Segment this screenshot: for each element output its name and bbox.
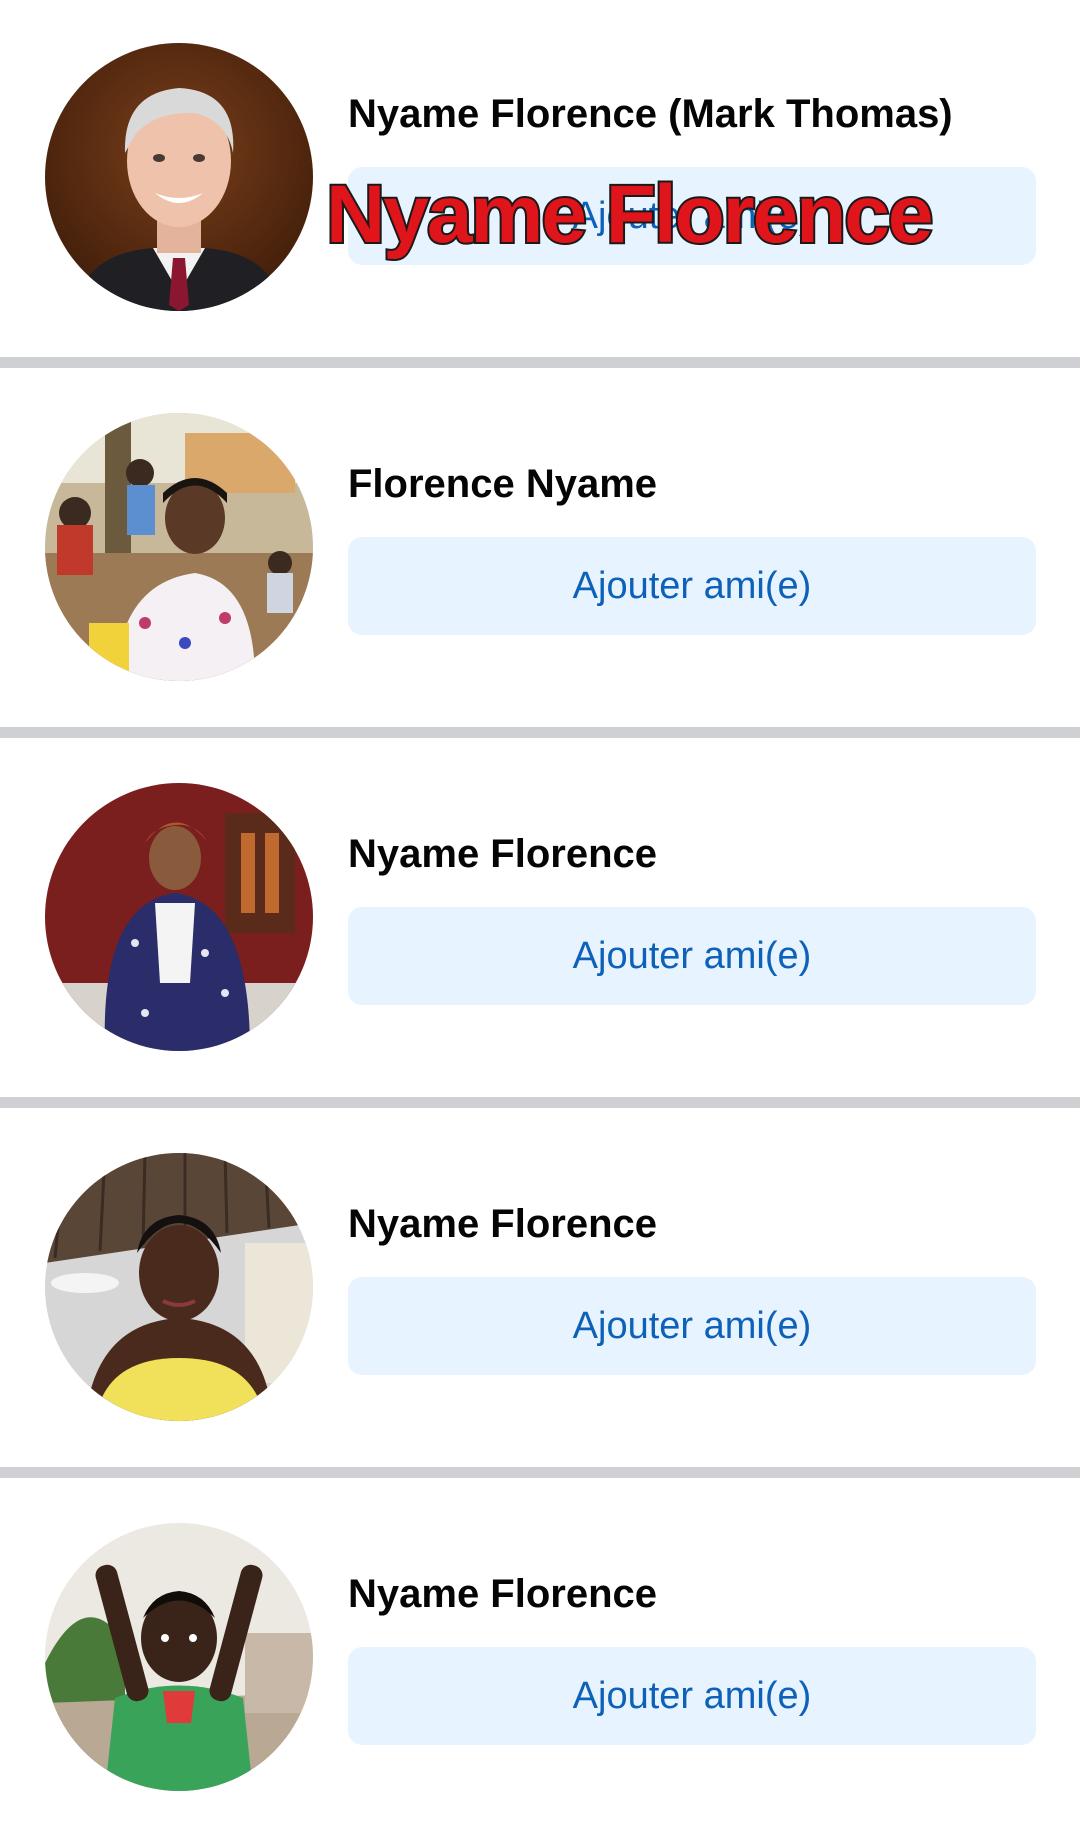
woman-outdoor-crowd-avatar-icon <box>45 413 313 681</box>
child-green-shirt-avatar-icon <box>45 1523 313 1791</box>
add-friend-button[interactable]: Ajouter ami(e) <box>348 907 1036 1005</box>
divider <box>0 727 1080 738</box>
profile-avatar[interactable] <box>45 413 313 681</box>
friend-search-results-list: Nyame Florence (Mark Thomas) Ajouter ami… <box>0 0 1080 1827</box>
woman-blue-wrap-avatar-icon <box>45 783 313 1051</box>
profile-avatar[interactable] <box>45 1153 313 1421</box>
result-item[interactable]: Nyame Florence Ajouter ami(e) <box>0 740 1080 1100</box>
overlay-caption: Nyame Florence <box>324 167 935 262</box>
result-item[interactable]: Nyame Florence Ajouter ami(e) <box>0 1480 1080 1827</box>
profile-name[interactable]: Florence Nyame <box>348 462 657 507</box>
profile-avatar[interactable] <box>45 43 313 311</box>
man-gray-hair-suit-avatar-icon <box>45 43 313 311</box>
profile-avatar[interactable] <box>45 783 313 1051</box>
profile-name[interactable]: Nyame Florence <box>348 1572 657 1617</box>
profile-name[interactable]: Nyame Florence (Mark Thomas) <box>348 92 953 137</box>
result-item[interactable]: Florence Nyame Ajouter ami(e) <box>0 370 1080 730</box>
profile-avatar[interactable] <box>45 1523 313 1791</box>
result-item[interactable]: Nyame Florence (Mark Thomas) Ajouter ami… <box>0 0 1080 360</box>
add-friend-button[interactable]: Ajouter ami(e) <box>348 1647 1036 1745</box>
add-friend-button[interactable]: Ajouter ami(e) <box>348 1277 1036 1375</box>
divider <box>0 1467 1080 1478</box>
profile-name[interactable]: Nyame Florence <box>348 832 657 877</box>
divider <box>0 357 1080 368</box>
profile-name[interactable]: Nyame Florence <box>348 1202 657 1247</box>
add-friend-button[interactable]: Ajouter ami(e) <box>348 537 1036 635</box>
divider <box>0 1097 1080 1108</box>
result-item[interactable]: Nyame Florence Ajouter ami(e) <box>0 1110 1080 1470</box>
woman-yellow-top-avatar-icon <box>45 1153 313 1421</box>
